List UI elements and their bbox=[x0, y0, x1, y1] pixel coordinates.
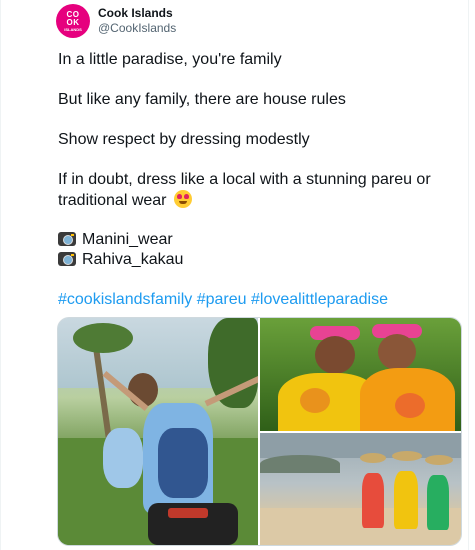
tweet-text-fragment: traditional wear bbox=[58, 192, 167, 209]
women-on-beach-photo[interactable] bbox=[260, 433, 461, 545]
avatar[interactable]: CO OK ISLANDS bbox=[56, 4, 90, 38]
photo-credit: Rahiva_kakau bbox=[58, 250, 183, 270]
hashtag-links[interactable]: #cookislandsfamily #pareu #lovealittlepa… bbox=[58, 290, 388, 310]
timeline-border-right bbox=[468, 0, 469, 550]
logo-subtext: ISLANDS bbox=[64, 26, 82, 32]
camera-icon bbox=[58, 252, 76, 266]
logo-text-bottom: OK bbox=[66, 17, 80, 27]
tweet-text-line: traditional wear bbox=[58, 190, 192, 211]
photo-credit: Manini_wear bbox=[58, 230, 173, 250]
tweet-text-line: In a little paradise, you're family bbox=[58, 51, 282, 68]
media-grid bbox=[57, 317, 462, 546]
account-handle[interactable]: @CookIslands bbox=[98, 21, 176, 35]
account-name[interactable]: Cook Islands bbox=[98, 6, 173, 20]
heart-eyes-emoji-icon bbox=[173, 190, 192, 208]
timeline-border-left bbox=[0, 0, 1, 550]
camera-icon bbox=[58, 232, 76, 246]
tweet-text-line: If in doubt, dress like a local with a s… bbox=[58, 171, 431, 188]
credit-name: Manini_wear bbox=[82, 231, 173, 248]
women-in-yellow-with-flower-crowns-photo[interactable] bbox=[260, 318, 461, 431]
woman-on-scooter-photo[interactable] bbox=[58, 318, 258, 545]
tweet-text-line: But like any family, there are house rul… bbox=[58, 91, 346, 108]
credit-name: Rahiva_kakau bbox=[82, 251, 184, 268]
tweet-text-line: Show respect by dressing modestly bbox=[58, 131, 310, 148]
